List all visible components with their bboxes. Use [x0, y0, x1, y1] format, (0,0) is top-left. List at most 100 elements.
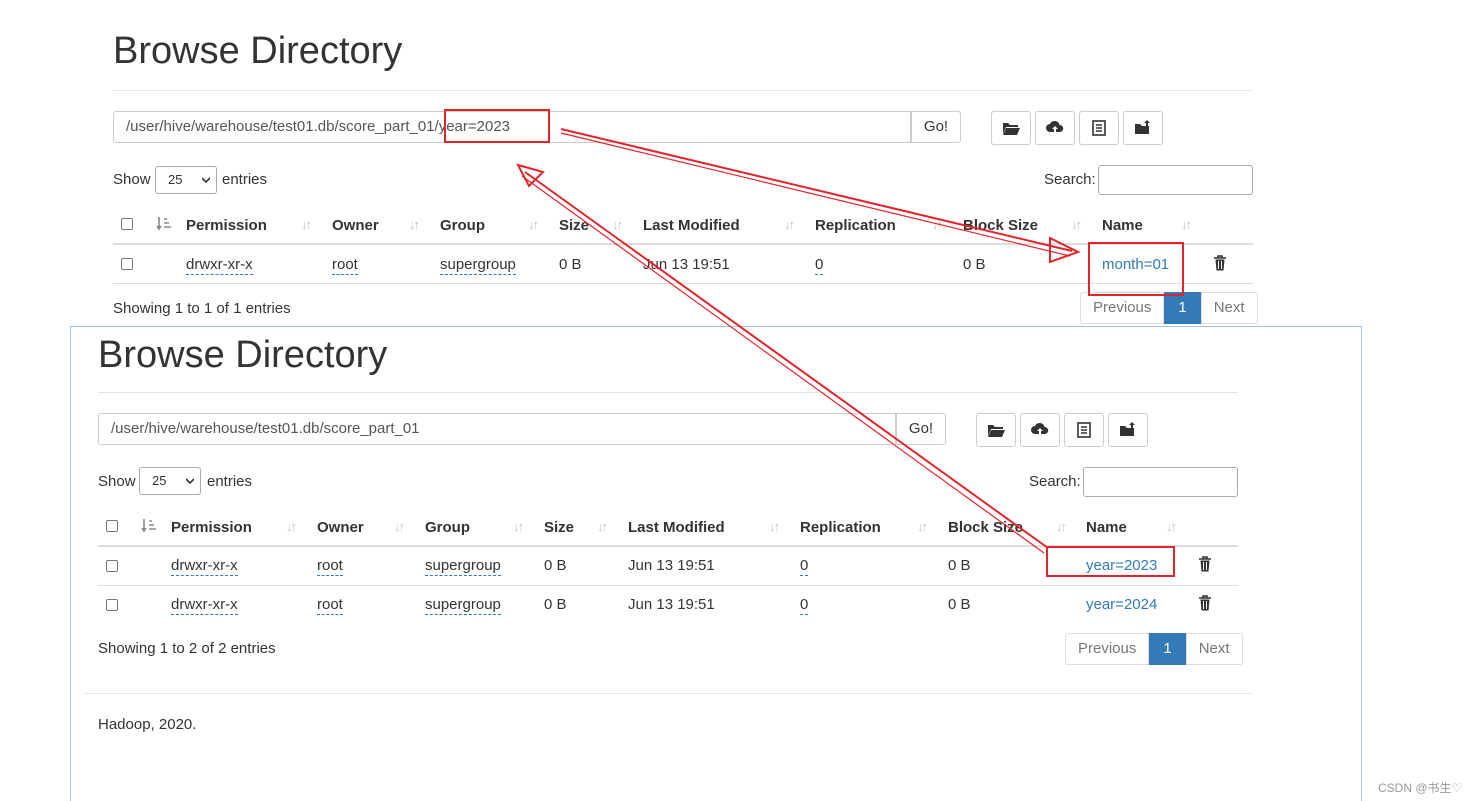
move-button[interactable]	[1123, 111, 1163, 145]
footer-divider	[83, 693, 1253, 694]
col-size[interactable]: Size	[544, 519, 574, 536]
next-button[interactable]: Next	[1200, 292, 1258, 324]
select-all-checkbox[interactable]	[121, 218, 133, 230]
page-title: Browse Directory	[98, 334, 388, 376]
col-block-size[interactable]: Block Size	[948, 519, 1023, 536]
cloud-upload-icon	[1031, 422, 1049, 436]
delete-button[interactable]	[1198, 556, 1212, 576]
cell-block-size: 0 B	[948, 557, 971, 574]
folder-upload-icon	[1120, 422, 1135, 436]
entries-select[interactable]: 25	[155, 166, 217, 194]
page-1-button[interactable]: 1	[1164, 292, 1201, 324]
sort-icon[interactable]: ↓↑	[394, 519, 405, 534]
sort-icon[interactable]: ↓↑	[528, 217, 539, 232]
sort-icon[interactable]: ↓↑	[409, 217, 420, 232]
col-group[interactable]: Group	[440, 217, 485, 234]
col-replication[interactable]: Replication	[815, 217, 896, 234]
cell-name-link[interactable]: year=2024	[1086, 596, 1157, 613]
sort-icon[interactable]: ↓↑	[1181, 217, 1192, 232]
cut-paste-button[interactable]	[1064, 413, 1104, 447]
sort-icon[interactable]: ↓↑	[784, 217, 795, 232]
sort-icon[interactable]: ↓↑	[301, 217, 312, 232]
folder-upload-icon	[1135, 120, 1150, 134]
cut-paste-button[interactable]	[1079, 111, 1119, 145]
col-last-modified[interactable]: Last Modified	[643, 217, 740, 234]
cell-size: 0 B	[544, 557, 567, 574]
go-button[interactable]: Go!	[896, 413, 946, 445]
cell-group[interactable]: supergroup	[425, 557, 501, 576]
col-permission[interactable]: Permission	[186, 217, 267, 234]
sort-icon[interactable]: ↓↑	[1166, 519, 1177, 534]
sort-icon[interactable]	[141, 518, 157, 538]
col-size[interactable]: Size	[559, 217, 589, 234]
sort-icon[interactable]: ↓↑	[286, 519, 297, 534]
move-button[interactable]	[1108, 413, 1148, 447]
sort-icon[interactable]: ↓↑	[513, 519, 524, 534]
col-owner[interactable]: Owner	[332, 217, 379, 234]
search-input[interactable]	[1083, 467, 1238, 497]
search-label: Search:	[1044, 171, 1096, 188]
cell-replication[interactable]: 0	[800, 596, 809, 615]
next-button[interactable]: Next	[1185, 633, 1243, 665]
row-divider	[113, 283, 1253, 284]
row-divider	[98, 585, 1238, 586]
sort-icon[interactable]: ↓↑	[612, 217, 623, 232]
create-directory-button[interactable]	[991, 111, 1031, 145]
path-input[interactable]: /user/hive/warehouse/test01.db/score_par…	[98, 413, 896, 445]
col-permission[interactable]: Permission	[171, 519, 252, 536]
cell-permission[interactable]: drwxr-xr-x	[171, 596, 238, 615]
col-replication[interactable]: Replication	[800, 519, 881, 536]
upload-files-button[interactable]	[1035, 111, 1075, 145]
list-icon	[1092, 120, 1106, 136]
cell-last-modified: Jun 13 19:51	[643, 256, 730, 273]
entries-select-value: 25	[152, 473, 167, 488]
row-checkbox[interactable]	[121, 258, 133, 270]
entries-label: entries	[207, 473, 253, 490]
header-divider	[113, 243, 1253, 245]
sort-icon[interactable]: ↓↑	[1071, 217, 1082, 232]
entries-select[interactable]: 25	[139, 467, 201, 495]
select-all-checkbox[interactable]	[106, 520, 118, 532]
row-checkbox[interactable]	[106, 599, 118, 611]
watermark: CSDN @书生♡	[1378, 781, 1463, 795]
cell-block-size: 0 B	[963, 256, 986, 273]
col-group[interactable]: Group	[425, 519, 470, 536]
col-owner[interactable]: Owner	[317, 519, 364, 536]
page-1-button[interactable]: 1	[1149, 633, 1186, 665]
cell-owner[interactable]: root	[332, 256, 358, 275]
trash-icon	[1214, 255, 1226, 271]
previous-button[interactable]: Previous	[1080, 292, 1165, 324]
sort-icon[interactable]: ↓↑	[769, 519, 780, 534]
col-last-modified[interactable]: Last Modified	[628, 519, 725, 536]
cell-permission[interactable]: drwxr-xr-x	[186, 256, 253, 275]
upload-files-button[interactable]	[1020, 413, 1060, 447]
cloud-upload-icon	[1046, 120, 1064, 134]
col-block-size[interactable]: Block Size	[963, 217, 1038, 234]
entries-label: entries	[222, 171, 268, 188]
cell-owner[interactable]: root	[317, 557, 343, 576]
annotation-box-year	[1046, 546, 1175, 577]
annotation-box-path	[444, 109, 550, 143]
search-input[interactable]	[1098, 165, 1253, 195]
delete-button[interactable]	[1198, 595, 1212, 615]
cell-permission[interactable]: drwxr-xr-x	[171, 557, 238, 576]
sort-icon[interactable]: ↓↑	[597, 519, 608, 534]
row-checkbox[interactable]	[106, 560, 118, 572]
cell-group[interactable]: supergroup	[425, 596, 501, 615]
sort-icon[interactable]	[156, 216, 172, 236]
delete-button[interactable]	[1213, 255, 1227, 275]
cell-group[interactable]: supergroup	[440, 256, 516, 275]
cell-block-size: 0 B	[948, 596, 971, 613]
cell-owner[interactable]: root	[317, 596, 343, 615]
col-name[interactable]: Name	[1086, 519, 1127, 536]
previous-button[interactable]: Previous	[1065, 633, 1150, 665]
create-directory-button[interactable]	[976, 413, 1016, 447]
col-name[interactable]: Name	[1102, 217, 1143, 234]
go-button[interactable]: Go!	[911, 111, 961, 143]
sort-icon[interactable]: ↓↑	[932, 217, 943, 232]
footer-text: Hadoop, 2020.	[98, 716, 197, 733]
sort-icon[interactable]: ↓↑	[1056, 519, 1067, 534]
cell-replication[interactable]: 0	[800, 557, 809, 576]
sort-icon[interactable]: ↓↑	[917, 519, 928, 534]
cell-replication[interactable]: 0	[815, 256, 824, 275]
